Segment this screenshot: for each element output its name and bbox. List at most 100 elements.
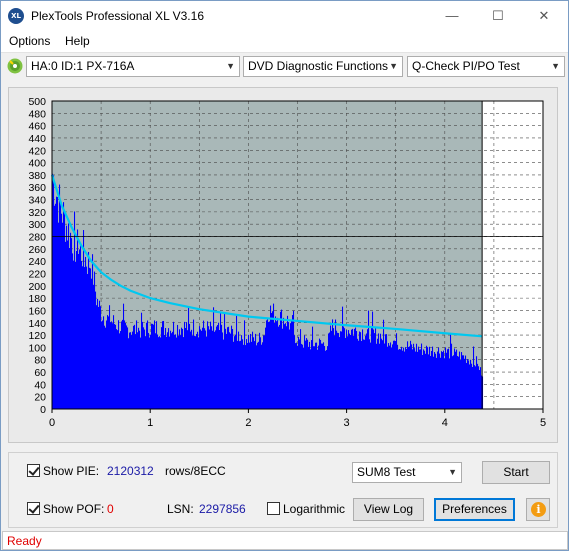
x-tick-label: 3 <box>344 417 350 429</box>
show-pie-checkbox[interactable] <box>27 464 40 477</box>
pie-bar <box>279 324 281 409</box>
pie-bar <box>84 267 86 409</box>
pie-bar <box>57 197 59 409</box>
pie-bar <box>414 348 416 409</box>
pie-bar <box>429 346 431 409</box>
show-pof-checkbox[interactable] <box>27 502 40 515</box>
pie-bar <box>340 331 342 409</box>
pie-bar <box>371 327 373 409</box>
pie-bar <box>183 337 185 409</box>
pie-bar <box>91 278 93 409</box>
close-button[interactable]: ✕ <box>521 1 567 31</box>
pie-bar <box>208 326 210 409</box>
pie-bar <box>181 327 183 409</box>
x-tick-label: 0 <box>49 417 55 429</box>
view-log-button[interactable]: View Log <box>353 498 424 521</box>
pof-value: 0 <box>107 502 114 516</box>
pie-bar <box>361 341 363 409</box>
window-title: PlexTools Professional XL V3.16 <box>31 9 204 23</box>
pie-bar <box>95 291 97 409</box>
pie-bar <box>105 327 107 409</box>
pie-bar <box>431 350 433 409</box>
pie-bar <box>125 322 127 409</box>
y-tick-label: 140 <box>28 318 46 330</box>
pie-bar <box>97 298 99 409</box>
x-tick-label: 4 <box>442 417 448 429</box>
pie-bar <box>259 332 261 409</box>
pie-bar <box>178 335 180 409</box>
pie-bar <box>110 322 112 409</box>
start-button[interactable]: Start <box>482 461 550 484</box>
pie-bar <box>250 333 252 409</box>
info-button[interactable]: i <box>526 498 550 521</box>
y-tick-label: 180 <box>28 293 46 305</box>
pie-bar <box>463 355 465 409</box>
pie-bar <box>413 343 415 409</box>
pie-bar <box>228 326 230 409</box>
preferences-button[interactable]: Preferences <box>434 498 515 521</box>
pie-bar <box>393 340 395 409</box>
pie-bar <box>74 211 76 409</box>
pie-bar <box>175 334 177 409</box>
pie-bar <box>248 334 250 409</box>
pie-bar <box>420 349 422 409</box>
y-tick-label: 60 <box>34 367 46 379</box>
pie-bar <box>76 250 78 409</box>
pie-bar <box>199 326 201 409</box>
pie-bar <box>449 358 451 409</box>
drive-select[interactable]: HA:0 ID:1 PX-716A ▼ <box>26 56 240 77</box>
pie-bar <box>205 330 207 409</box>
logarithmic-checkbox[interactable] <box>267 502 280 515</box>
pie-bar <box>189 323 191 409</box>
minimize-button[interactable]: — <box>429 1 475 31</box>
pie-bar <box>60 202 62 409</box>
pie-bar <box>355 327 357 409</box>
pie-bar <box>173 321 175 409</box>
pie-bar <box>475 366 477 409</box>
pie-bar <box>322 343 324 409</box>
pie-bar <box>373 329 375 409</box>
pie-bar <box>119 333 121 409</box>
x-tick-label: 5 <box>540 417 546 429</box>
test-select[interactable]: Q-Check PI/PO Test ▼ <box>407 56 565 77</box>
pie-bar <box>88 251 90 409</box>
function-select[interactable]: DVD Diagnostic Functions ▼ <box>243 56 403 77</box>
y-tick-label: 440 <box>28 133 46 145</box>
pie-bar <box>315 342 317 409</box>
pie-bar <box>466 362 468 409</box>
pie-bar <box>403 347 405 409</box>
pie-bar <box>111 321 113 409</box>
pie-bar <box>137 332 139 409</box>
x-tick-label: 2 <box>245 417 251 429</box>
pie-bar <box>69 248 71 409</box>
pie-bar <box>237 340 239 409</box>
pie-bar <box>190 331 192 409</box>
pie-bar <box>317 349 319 409</box>
test-mode-select[interactable]: SUM8 Test ▼ <box>352 462 462 483</box>
status-text: Ready <box>7 534 42 548</box>
pie-bar <box>118 320 120 409</box>
menu-help[interactable]: Help <box>65 34 90 48</box>
pie-bar <box>301 343 303 409</box>
pie-bar <box>184 321 186 409</box>
pie-bar <box>227 327 229 409</box>
pie-bar <box>316 342 318 409</box>
menu-options[interactable]: Options <box>9 34 50 48</box>
pie-bar <box>255 333 257 409</box>
pie-bar <box>72 253 74 409</box>
pie-bar <box>123 303 125 409</box>
pie-bar <box>363 339 365 409</box>
pie-bar <box>64 211 66 409</box>
pie-bar <box>384 343 386 409</box>
maximize-button[interactable]: ☐ <box>475 1 521 31</box>
pie-bar <box>395 341 397 409</box>
pie-bar <box>461 352 463 409</box>
pie-bar <box>177 324 179 409</box>
pie-bar <box>324 345 326 409</box>
pie-bar <box>186 322 188 409</box>
y-tick-label: 80 <box>34 355 46 367</box>
pie-bar <box>168 328 170 409</box>
pie-bar <box>121 321 123 409</box>
pie-bar <box>217 325 219 409</box>
pie-bar <box>285 323 287 409</box>
